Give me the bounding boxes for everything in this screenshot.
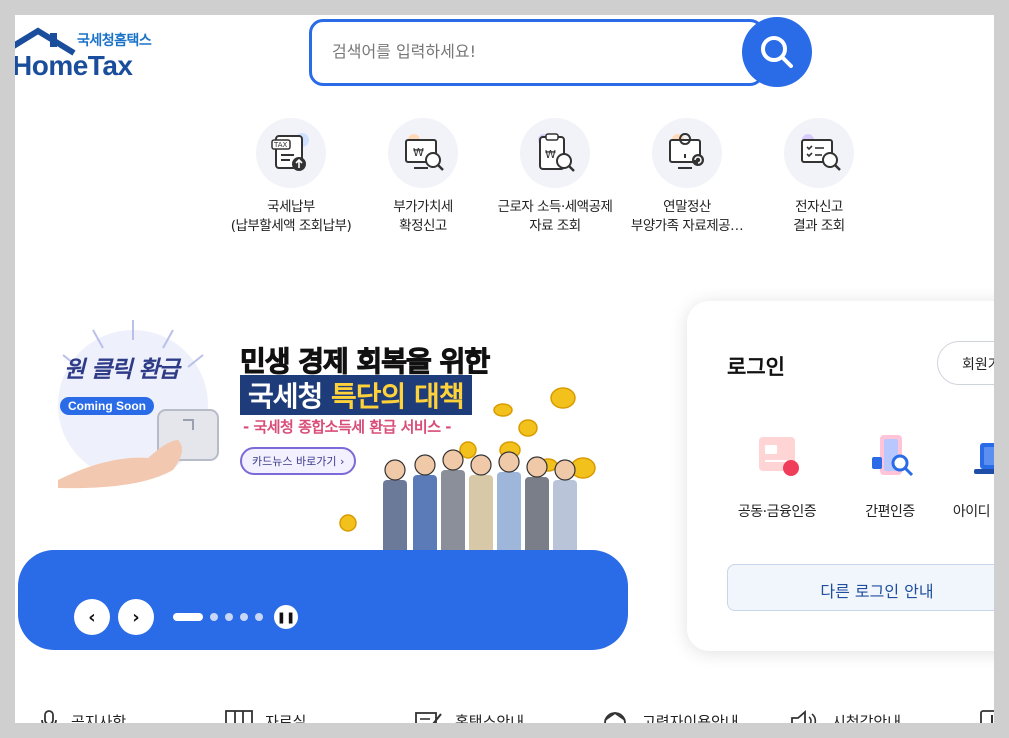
tax-payment-icon: TAX: [256, 118, 326, 188]
next-slide-button[interactable]: ›: [118, 599, 154, 635]
slide-indicator[interactable]: [255, 613, 263, 621]
quick-item-vat[interactable]: ₩ 부가가치세 확정신고: [357, 118, 489, 236]
search-box: [309, 19, 764, 86]
e-filing-result-icon: [784, 118, 854, 188]
income-deduction-icon: ₩: [520, 118, 590, 188]
nav-label: 홈택스안내: [455, 712, 525, 724]
year-end-settlement-icon: [652, 118, 722, 188]
slide-indicator[interactable]: [210, 613, 218, 621]
nav-archive[interactable]: 자료실: [225, 710, 306, 723]
nav-hometax-guide[interactable]: 홈택스안내: [415, 710, 524, 723]
nav-notice[interactable]: 공지사항: [39, 710, 126, 723]
id-login-icon: [974, 443, 994, 474]
nav-label: 시청각안내: [832, 712, 902, 724]
nav-label: 자료실: [265, 712, 307, 724]
senior-icon: [604, 711, 626, 723]
svg-text:TAX: TAX: [273, 141, 288, 149]
joint-certificate-icon: [759, 437, 799, 476]
microphone-icon: [41, 710, 57, 723]
one-click-refund-badge: 원 클릭 환급: [64, 357, 180, 383]
quick-menu: TAX 국세납부 (납부할세액 조회납부) ₩ 부가가치세 확정신고 ₩ 근로자…: [225, 118, 875, 248]
nav-label: 고령자이용안내: [642, 712, 739, 724]
vat-monitor-icon: ₩: [388, 118, 458, 188]
hometax-logo[interactable]: 국세청홈택스 HomeTax: [15, 25, 175, 85]
auth-label: 공동·금융인증: [737, 504, 817, 520]
quick-item-label: 전자신고 결과 조회: [793, 199, 845, 234]
svg-text:₩: ₩: [413, 146, 424, 159]
search-input[interactable]: [332, 42, 712, 61]
nav-audiovisual-guide[interactable]: 시청각안내: [790, 710, 901, 723]
bottom-nav: 공지사항 자료실 홈택스안내 고령자이용안내 시청각안내: [15, 708, 994, 723]
search-icon: [761, 36, 793, 68]
auth-label: 아이디 로그인: [952, 504, 994, 520]
quick-item-label: 부가가치세 확정신고: [393, 199, 453, 234]
logo-subtitle: 국세청홈택스: [77, 33, 152, 49]
speaker-icon: [791, 710, 817, 723]
simple-auth-icon: [872, 435, 914, 477]
id-login[interactable]: 아이디 로그인: [942, 431, 994, 521]
join-button[interactable]: 회원가입: [937, 341, 994, 385]
joint-certificate-login[interactable]: 공동·금융인증: [727, 431, 827, 521]
slide-indicator-active[interactable]: [173, 613, 203, 621]
search-button[interactable]: [742, 17, 812, 87]
archive-icon: [225, 710, 253, 723]
login-panel: 로그인 회원가입 공동·금융인증 간편인증: [687, 301, 994, 651]
quick-item-tax-payment[interactable]: TAX 국세납부 (납부할세액 조회납부): [225, 118, 357, 236]
guide-icon: [415, 712, 442, 723]
auth-label: 간편인증: [865, 504, 915, 520]
pause-button[interactable]: ❚❚: [274, 605, 298, 629]
alert-icon: [980, 710, 994, 723]
quick-item-income-deduction[interactable]: ₩ 근로자 소득·세액공제 자료 조회: [489, 118, 621, 236]
quick-item-label: 국세납부 (납부할세액 조회납부): [230, 199, 352, 234]
promo-banner[interactable]: 원 클릭 환급 Coming Soon 민생 경제 회복을 위한 국세청 특단의…: [18, 300, 628, 650]
banner-headline-1: 민생 경제 회복을 위한: [239, 345, 490, 379]
quick-item-year-end[interactable]: 연말정산 부양가족 자료제공…: [621, 118, 753, 236]
svg-text:₩: ₩: [545, 148, 556, 161]
slide-indicator[interactable]: [225, 613, 233, 621]
slide-indicator[interactable]: [240, 613, 248, 621]
quick-item-label: 근로자 소득·세액공제 자료 조회: [497, 199, 613, 234]
banner-control-bar: [18, 550, 628, 650]
logo-title: HomeTax: [15, 50, 133, 81]
hometax-page: 국세청홈택스 HomeTax TAX: [15, 15, 994, 723]
login-title: 로그인: [727, 355, 785, 379]
other-login-guide-button[interactable]: 다른 로그인 안내: [727, 564, 994, 611]
quick-item-e-filing[interactable]: 전자신고 결과 조회: [753, 118, 885, 236]
nav-alert[interactable]: [980, 710, 994, 723]
nav-senior-guide[interactable]: 고령자이용안내: [600, 710, 739, 723]
prev-slide-button[interactable]: ‹: [74, 599, 110, 635]
hand-pressing-key-icon: [58, 409, 219, 489]
simple-auth-login[interactable]: 간편인증: [840, 431, 940, 521]
nav-label: 공지사항: [71, 712, 127, 724]
quick-item-label: 연말정산 부양가족 자료제공…: [630, 199, 744, 234]
